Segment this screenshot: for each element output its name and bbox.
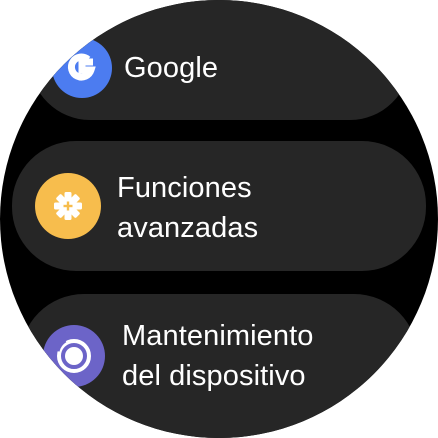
watch-screen: Google Funciones avanzadas Mantenimiento… [0, 0, 438, 438]
settings-item-label: Mantenimiento del dispositivo [122, 320, 314, 392]
google-icon [52, 38, 112, 98]
gear-plus-icon [35, 173, 101, 239]
device-care-icon [43, 325, 105, 387]
settings-item-label: Funciones avanzadas [117, 172, 259, 244]
settings-item-label: Google [124, 52, 219, 84]
